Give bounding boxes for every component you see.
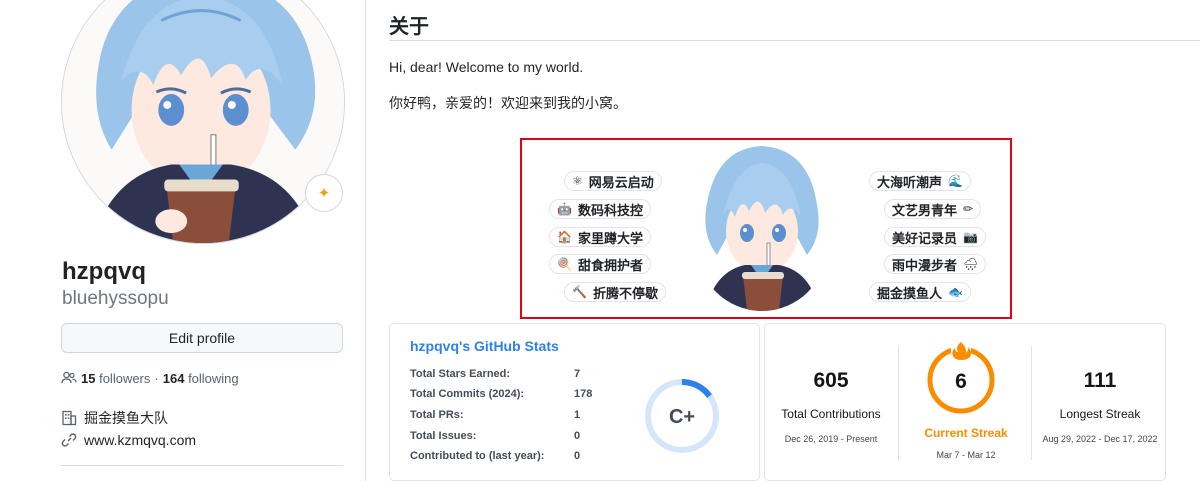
lollipop-icon: 🍭 <box>557 257 572 271</box>
tag-recorder: 美好记录员 📷 <box>884 227 986 247</box>
tag-label: 掘金摸鱼人 <box>877 285 943 301</box>
stat-label-contributed: Contributed to (last year): <box>410 450 545 462</box>
tag-label: 家里蹲大学 <box>577 230 643 246</box>
tag-home-university: 🏠 家里蹲大学 <box>549 227 651 247</box>
streak-divider-left <box>898 346 899 460</box>
longest-streak-value: 111 <box>1083 369 1117 392</box>
pencil-icon: ✏ <box>963 202 974 216</box>
camera-icon: 📷 <box>963 230 978 244</box>
total-contributions-range: Dec 26, 2019 - Present <box>784 434 878 444</box>
rank-grade: C+ <box>669 406 695 428</box>
streak-stats-card[interactable]: 605 Total Contributions Dec 26, 2019 - P… <box>764 323 1166 481</box>
banner-avatar <box>697 143 827 311</box>
tag-juejin-fisher: 掘金摸鱼人 🐟 <box>869 282 971 302</box>
tag-label: 雨中漫步者 <box>892 257 958 273</box>
stat-value-prs: 1 <box>574 409 581 421</box>
stat-label-stars: Total Stars Earned: <box>410 368 511 380</box>
readme-title-divider <box>389 40 1200 41</box>
current-streak-range: Mar 7 - Mar 12 <box>936 450 996 460</box>
tag-tinkerer: 🔨 折腾不停歇 <box>564 282 666 302</box>
tag-sea-tide: 大海听潮声 🌊 <box>869 171 971 191</box>
atom-icon: ⚛ <box>572 174 583 188</box>
tag-label: 大海听潮声 <box>877 174 943 190</box>
profile-avatar[interactable] <box>61 0 345 244</box>
set-status-button[interactable]: ✦ <box>305 174 343 212</box>
link-icon <box>61 433 77 447</box>
people-icon <box>61 371 77 384</box>
readme-title: 关于 <box>389 16 429 38</box>
tag-literary-youth: 文艺男青年 ✏ <box>884 199 982 219</box>
profile-sidebar: ✦ hzpqvq bluehyssopu Edit profile 15 fol… <box>0 0 366 481</box>
website-link[interactable]: www.kzmqvq.com <box>84 432 196 448</box>
fish-icon: 🐟 <box>948 285 963 299</box>
edit-profile-button[interactable]: Edit profile <box>61 323 343 353</box>
stat-label-commits: Total Commits (2024): <box>410 388 525 400</box>
stat-label-prs: Total PRs: <box>410 409 464 421</box>
tag-label: 文艺男青年 <box>892 202 958 218</box>
hammer-icon: 🔨 <box>572 285 587 299</box>
follow-stats: 15 followers · 164 following <box>61 370 239 386</box>
github-stats-card[interactable]: hzpqvq's GitHub Stats Total Stars Earned… <box>389 323 760 481</box>
tag-label: 数码科技控 <box>577 202 643 218</box>
tag-netease-music: ⚛ 网易云启动 <box>564 171 662 191</box>
tag-label: 网易云启动 <box>588 174 654 190</box>
wave-icon: 🌊 <box>948 174 963 188</box>
tag-label: 甜食拥护者 <box>577 257 643 273</box>
rain-cloud-icon: 🌧 <box>963 257 979 271</box>
stat-value-stars: 7 <box>574 368 581 380</box>
follow-separator: · <box>154 370 159 386</box>
organization-name: 掘金摸鱼大队 <box>84 410 168 426</box>
readme-line-en: Hi, dear! Welcome to my world. <box>389 59 584 75</box>
robot-icon: 🤖 <box>557 202 572 216</box>
profile-name: hzpqvq <box>62 258 146 285</box>
sparkle-icon: ✦ <box>317 184 331 202</box>
tag-sweets-lover: 🍭 甜食拥护者 <box>549 254 651 274</box>
longest-streak-range: Aug 29, 2022 - Dec 17, 2022 <box>1042 434 1158 444</box>
profile-login: bluehyssopu <box>62 288 169 309</box>
followers-link[interactable]: 15 followers <box>81 371 150 386</box>
stat-value-issues: 0 <box>574 430 581 442</box>
longest-streak-label: Longest Streak <box>1059 407 1141 421</box>
house-icon: 🏠 <box>557 230 572 244</box>
stats-title: hzpqvq's GitHub Stats <box>410 338 559 354</box>
organization-row: 掘金摸鱼大队 <box>61 408 168 428</box>
current-streak-label: Current Streak <box>924 426 1008 440</box>
tag-rain-walker: 雨中漫步者 🌧 <box>884 254 987 274</box>
stat-label-issues: Total Issues: <box>410 430 477 442</box>
current-streak-value: 6 <box>955 370 967 393</box>
total-contributions-value: 605 <box>813 369 849 392</box>
readme-line-zh: 你好鸭，亲爱的！欢迎来到我的小窝。 <box>389 95 627 111</box>
organization-icon <box>62 410 77 426</box>
stat-value-contributed: 0 <box>574 450 581 462</box>
tag-label: 美好记录员 <box>892 230 958 246</box>
total-contributions-label: Total Contributions <box>781 407 881 421</box>
tag-tech-fan: 🤖 数码科技控 <box>549 199 651 219</box>
sidebar-divider <box>61 465 343 466</box>
following-link[interactable]: 164 following <box>163 371 239 386</box>
stat-value-commits: 178 <box>574 388 593 400</box>
website-row: www.kzmqvq.com <box>61 432 196 448</box>
rank-ring: C+ <box>645 379 719 453</box>
current-streak-ring: 6 <box>927 340 995 414</box>
tag-label: 折腾不停歇 <box>592 285 658 301</box>
